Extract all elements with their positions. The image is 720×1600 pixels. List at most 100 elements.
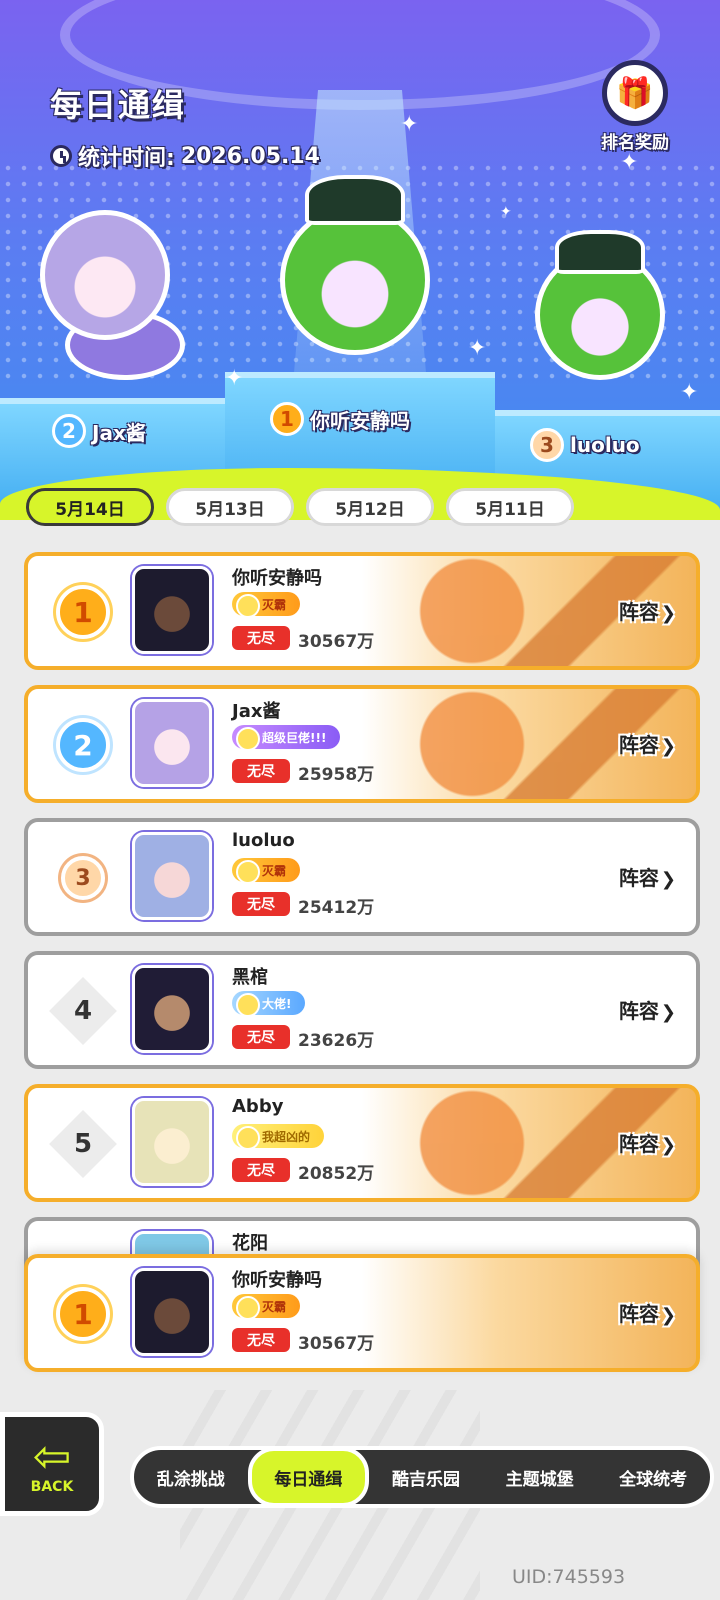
score: 30567万 [298, 1334, 375, 1354]
score: 25958万 [298, 765, 375, 785]
score: 30567万 [298, 632, 375, 652]
avatar[interactable] [132, 566, 212, 654]
sparkle-icon: ✦ [400, 112, 419, 137]
sparkle-icon: ✦ [225, 366, 244, 391]
rank-number: 4 [73, 996, 93, 1026]
title-badge: 我超凶的 [232, 1124, 325, 1150]
player-name: Jax酱 [232, 701, 281, 722]
tab-date-2[interactable]: 5月13日 [166, 488, 294, 526]
mode-chip: 无尽 [232, 1025, 290, 1049]
avatar[interactable] [132, 1268, 212, 1356]
avatar[interactable] [132, 832, 212, 920]
player-name: 黑棺 [232, 967, 268, 988]
player-name: luoluo [232, 830, 295, 851]
sparkle-icon: ✦ [500, 204, 512, 220]
rank-indicator: 1 [50, 582, 116, 642]
lineup-button[interactable]: 阵容 [619, 729, 676, 758]
nav-item-park[interactable]: 酷吉乐园 [369, 1451, 483, 1503]
nav-item-theme-castle[interactable]: 主题城堡 [483, 1451, 597, 1503]
back-arrow-icon: ⇦ [32, 1429, 72, 1483]
back-label: BACK [30, 1479, 74, 1495]
mode-chip: 无尽 [232, 626, 290, 650]
lineup-button[interactable]: 阵容 [619, 596, 676, 625]
rank-badge: 2 [52, 414, 86, 448]
mode-chip: 无尽 [232, 1158, 290, 1182]
character-head [280, 205, 430, 355]
bronze-medal-icon: 3 [61, 856, 105, 900]
avatar[interactable] [132, 965, 212, 1053]
rank-row[interactable]: 2 Jax酱 超级巨佬!!! 无尽 25958万 阵容 [24, 685, 700, 803]
sparkle-icon: ✦ [468, 336, 487, 361]
player-name: 花阳 [232, 1233, 268, 1254]
silver-medal-icon: 2 [56, 718, 110, 772]
nav-item-daily-wanted[interactable]: 每日通缉 [247, 1447, 370, 1507]
tab-date-4[interactable]: 5月11日 [446, 488, 574, 526]
rank-indicator: 2 [50, 715, 116, 775]
lineup-button[interactable]: 阵容 [619, 995, 676, 1024]
nav-item-global-exam[interactable]: 全球统考 [596, 1451, 710, 1503]
player-name: 你听安静吗 [232, 1270, 322, 1291]
date-tabs: 5月14日 5月13日 5月12日 5月11日 [26, 488, 574, 526]
score: 25412万 [298, 898, 375, 918]
lineup-button[interactable]: 阵容 [619, 862, 676, 891]
user-id: UID:745593 [512, 1566, 626, 1588]
rank-reward-button[interactable]: 🎁 排名奖励 [590, 60, 680, 156]
score: 23626万 [298, 1031, 375, 1051]
sparkle-icon: ✦ [620, 150, 639, 175]
gold-medal-icon: 1 [56, 1287, 110, 1341]
rank-row[interactable]: 5 Abby 我超凶的 无尽 20852万 阵容 [24, 1084, 700, 1202]
character-bow [555, 230, 645, 274]
second-place-character[interactable] [35, 200, 205, 390]
stat-label: 统计时间: [78, 146, 175, 171]
my-rank-card[interactable]: 1 你听安静吗 灭霸 无尽 30567万 阵容 [24, 1254, 700, 1372]
nav-item-graffiti-challenge[interactable]: 乱涂挑战 [134, 1451, 248, 1503]
first-place-character[interactable] [270, 175, 440, 375]
rank-badge: 3 [530, 428, 564, 462]
tab-date-3[interactable]: 5月12日 [306, 488, 434, 526]
hero-banner: 每日通缉 统计时间: 2026.05.14 🎁 排名奖励 ✦ ✦ ✦ ✦ ✦ ✦… [0, 0, 720, 520]
podium-label-third: 3 luoluo [530, 428, 640, 462]
stat-time: 统计时间: 2026.05.14 [50, 140, 320, 172]
player-name: Abby [232, 1096, 284, 1117]
podium-name: luoluo [570, 433, 640, 457]
mode-chip: 无尽 [232, 892, 290, 916]
gold-medal-icon: 1 [56, 585, 110, 639]
page-title: 每日通缉 [50, 86, 187, 124]
title-badge: 灭霸 [232, 858, 301, 884]
rank-row[interactable]: 1 你听安静吗 灭霸 无尽 30567万 阵容 [24, 552, 700, 670]
avatar[interactable] [132, 1098, 212, 1186]
rank-row[interactable]: 4 黑棺 大佬! 无尽 23626万 阵容 [24, 951, 700, 1069]
rank-indicator: 3 [50, 848, 116, 908]
rank-row[interactable]: 3 luoluo 灭霸 无尽 25412万 阵容 [24, 818, 700, 936]
rank-indicator: 4 [49, 977, 117, 1045]
podium-label-second: 2 Jax酱 [52, 414, 146, 448]
gift-box-icon: 🎁 [602, 60, 668, 126]
rank-indicator: 1 [50, 1284, 116, 1344]
rank-diamond: 4 [49, 977, 117, 1045]
title-badge: 超级巨佬!!! [232, 725, 341, 751]
lineup-button[interactable]: 阵容 [619, 1128, 676, 1157]
rank-indicator: 5 [49, 1110, 117, 1178]
character-head [40, 210, 170, 340]
mode-chip: 无尽 [232, 759, 290, 783]
title-badge: 大佬! [232, 991, 306, 1017]
character-bow [305, 175, 405, 225]
tab-date-1[interactable]: 5月14日 [26, 488, 154, 526]
lineup-button[interactable]: 阵容 [619, 1298, 676, 1327]
title-badge: 灭霸 [232, 592, 301, 618]
clock-icon [50, 145, 72, 167]
title-badge: 灭霸 [232, 1294, 301, 1320]
rank-diamond: 5 [49, 1110, 117, 1178]
score: 20852万 [298, 1164, 375, 1184]
third-place-character[interactable] [515, 230, 695, 400]
back-button[interactable]: ⇦ BACK [0, 1412, 104, 1516]
ranking-list[interactable]: 1 你听安静吗 灭霸 无尽 30567万 阵容 2 Jax酱 超级巨佬!!! 无… [24, 552, 700, 1272]
player-name: 你听安静吗 [232, 568, 322, 589]
podium-name: 你听安静吗 [310, 408, 410, 433]
avatar[interactable] [132, 699, 212, 787]
podium-name: Jax酱 [92, 420, 146, 445]
mode-chip: 无尽 [232, 1328, 290, 1352]
podium-label-first: 1 你听安静吗 [270, 402, 410, 436]
rank-badge: 1 [270, 402, 304, 436]
stat-date: 2026.05.14 [180, 143, 320, 169]
